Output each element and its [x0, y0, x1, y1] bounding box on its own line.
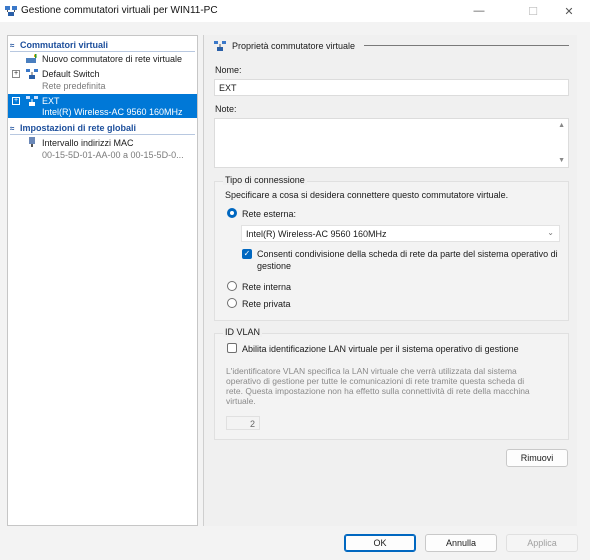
- vlan-id-field[interactable]: 2: [226, 416, 260, 430]
- close-button[interactable]: ✕: [548, 0, 590, 22]
- allow-management-os-checkbox[interactable]: ✓: [242, 249, 252, 259]
- new-switch-icon: [26, 54, 37, 63]
- tree-item-sublabel: Rete predefinita: [42, 81, 106, 91]
- minimize-button[interactable]: —: [458, 0, 500, 22]
- name-label: Nome:: [215, 65, 242, 75]
- vlan-description: L'identificatore VLAN specifica la LAN v…: [226, 366, 530, 406]
- connection-description: Specificare a cosa si desidera connetter…: [225, 190, 509, 200]
- tree-item-label: EXT: [42, 96, 60, 106]
- header-divider: [10, 134, 195, 135]
- internal-network-label: Rete interna: [242, 282, 292, 292]
- vlan-group-label: ID VLAN: [223, 327, 263, 337]
- remove-button-label: Rimuovi: [520, 453, 554, 463]
- virtual-switches-header-label: Commutatori virtuali: [20, 40, 109, 50]
- vlan-enable-checkbox[interactable]: [227, 343, 237, 353]
- network-switch-icon: [214, 41, 226, 51]
- vlan-enable-label: Abilita identificazione LAN virtuale per…: [242, 344, 519, 354]
- properties-pane: Proprietà commutatore virtuale Nome: EXT…: [203, 35, 577, 526]
- tree-item-sublabel: Intel(R) Wireless-AC 9560 160MHz: [42, 107, 183, 117]
- chevron-down-icon: ⌄: [547, 228, 554, 237]
- vlan-description-line: L'identificatore VLAN specifica la LAN v…: [226, 366, 517, 376]
- connection-type-label: Tipo di connessione: [223, 175, 307, 185]
- network-adapter-icon: [29, 137, 35, 147]
- collapse-chevron-icon: ≈: [10, 40, 15, 50]
- internal-network-radio[interactable]: [227, 281, 237, 291]
- global-settings-header-label: Impostazioni di rete globali: [20, 123, 137, 133]
- vlan-id-value: 2: [249, 419, 255, 429]
- name-field[interactable]: EXT: [214, 79, 569, 96]
- virtual-switches-header[interactable]: ≈ Commutatori virtuali: [10, 39, 108, 51]
- network-switch-app-icon: [5, 6, 17, 16]
- allow-management-os-label-cont: gestione: [257, 261, 292, 271]
- properties-header: Proprietà commutatore virtuale: [232, 41, 356, 51]
- expand-plus-icon[interactable]: +: [12, 97, 20, 105]
- tree-item-mac-range[interactable]: Intervallo indirizzi MAC 00-15-5D-01-AA-…: [8, 136, 197, 162]
- network-switch-icon: [26, 96, 38, 106]
- private-network-radio[interactable]: [227, 298, 237, 308]
- remove-button[interactable]: Rimuovi: [506, 449, 568, 467]
- title-bar: Gestione commutatori virtuali per WIN11-…: [0, 0, 590, 22]
- tree-item-label: Default Switch: [42, 69, 100, 79]
- scroll-down-icon[interactable]: ▼: [558, 157, 565, 164]
- tree-item-label: Nuovo commutatore di rete virtuale: [42, 54, 183, 64]
- vlan-description-line: rete. Questa impostazione non ha effetto…: [226, 386, 530, 396]
- scroll-up-icon[interactable]: ▲: [558, 122, 565, 129]
- vlan-description-line: virtuale.: [226, 396, 256, 406]
- tree-item-ext[interactable]: + EXT Intel(R) Wireless-AC 9560 160MHz: [8, 94, 197, 118]
- external-network-label: Rete esterna:: [242, 209, 297, 219]
- global-settings-header[interactable]: ≈ Impostazioni di rete globali: [10, 122, 136, 134]
- notes-field[interactable]: ▲ ▼: [214, 118, 569, 168]
- expand-plus-icon[interactable]: +: [12, 70, 20, 78]
- maximize-icon: ☐: [528, 5, 538, 18]
- notes-label: Note:: [215, 104, 237, 114]
- tree-item-new-switch[interactable]: Nuovo commutatore di rete virtuale: [8, 53, 197, 66]
- name-field-value: EXT: [219, 83, 237, 93]
- network-switch-icon: [26, 69, 38, 79]
- allow-management-os-label: Consenti condivisione della scheda di re…: [257, 249, 558, 259]
- close-icon: ✕: [564, 5, 574, 18]
- ok-button-label: OK: [373, 538, 387, 548]
- minimize-icon: —: [473, 5, 485, 17]
- tree-item-sublabel: 00-15-5D-01-AA-00 a 00-15-5D-0...: [42, 150, 184, 160]
- apply-button-label: Applica: [527, 538, 557, 548]
- navigation-tree: ≈ Commutatori virtuali Nuovo commutatore…: [7, 35, 198, 526]
- window-title: Gestione commutatori virtuali per WIN11-…: [21, 5, 218, 16]
- apply-button[interactable]: Applica: [506, 534, 578, 552]
- vlan-description-line: operativo di gestione per tutte le comun…: [226, 376, 525, 386]
- external-network-radio[interactable]: [227, 208, 237, 218]
- tree-item-default-switch[interactable]: + Default Switch Rete predefinita: [8, 67, 197, 93]
- tree-item-label: Intervallo indirizzi MAC: [42, 138, 134, 148]
- header-divider: [10, 51, 195, 52]
- private-network-label: Rete privata: [242, 299, 291, 309]
- collapse-chevron-icon: ≈: [10, 123, 15, 133]
- network-adapter-dropdown[interactable]: Intel(R) Wireless-AC 9560 160MHz ⌄: [241, 225, 560, 242]
- ok-button[interactable]: OK: [344, 534, 416, 552]
- header-rule: [364, 45, 569, 46]
- cancel-button[interactable]: Annulla: [425, 534, 497, 552]
- network-adapter-selected: Intel(R) Wireless-AC 9560 160MHz: [246, 229, 387, 239]
- cancel-button-label: Annulla: [445, 538, 477, 548]
